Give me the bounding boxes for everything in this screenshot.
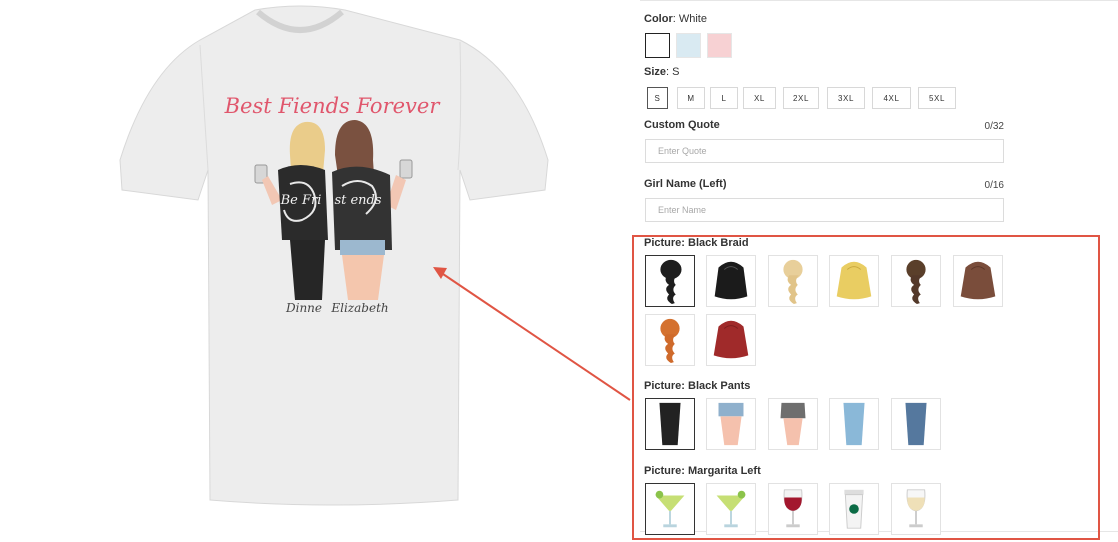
dark-jeans-icon [905,402,927,446]
drink-picture-label: Picture: Margarita Left [644,465,761,477]
girl-name-input[interactable] [645,198,1004,222]
product-options-panel: Color: White Size: S S M L XL 2XL 3XL 4X… [644,0,1114,542]
denim-shorts-icon [718,402,744,446]
black-braid-icon [660,259,682,305]
shirt-title-text: Best Fiends Forever [224,94,442,118]
light-jeans-icon [843,402,865,446]
black-long-hair-icon [714,261,748,300]
hair-option-red-braid[interactable] [645,314,695,366]
size-label: Size: S [644,66,680,78]
coffee-cup-icon [844,489,864,529]
size-option-s[interactable]: S [647,87,668,109]
brown-long-hair-icon [960,261,996,300]
size-selected-value: S [672,66,680,78]
hair-option-brown-long[interactable] [953,255,1003,307]
product-image: Best Fiends Forever Be Fri st ends Dinne… [0,0,640,542]
hair-option-blonde-braid[interactable] [768,255,818,307]
size-label-text: Size [644,66,667,78]
girl-name-counter: 0/16 [984,180,1004,191]
hair-option-black-long[interactable] [706,255,756,307]
hair-option-blonde-long[interactable] [829,255,879,307]
hair-option-brown-braid[interactable] [891,255,941,307]
size-option-l[interactable]: L [710,87,738,109]
red-long-hair-icon [713,320,749,359]
pants-option-light-jeans[interactable] [829,398,879,450]
drink-option-coffee-cup[interactable] [829,483,879,535]
custom-quote-label: Custom Quote [644,119,720,131]
drink-option-margarita-left[interactable] [645,483,695,535]
size-option-5xl[interactable]: 5XL [918,87,956,109]
jacket-right-text: st ends [334,193,381,208]
size-option-3xl[interactable]: 3XL [827,87,865,109]
margarita-glass-icon [716,490,746,528]
grey-skirt-icon [780,402,806,446]
size-option-2xl[interactable]: 2XL [783,87,819,109]
red-wine-glass-icon [783,489,803,528]
callout-arrow-line [439,271,631,401]
jacket-left-text: Be Fri [280,193,322,208]
pants-option-black-pants[interactable] [645,398,695,450]
hair-option-black-braid[interactable] [645,255,695,307]
white-wine-glass-icon [906,489,926,528]
size-option-4xl[interactable]: 4XL [872,87,911,109]
custom-quote-input[interactable] [645,139,1004,163]
pants-option-grey-skirt[interactable] [768,398,818,450]
color-label-text: Color [644,13,673,25]
color-swatch-light-blue[interactable] [676,33,701,58]
drink-option-margarita-right[interactable] [706,483,756,535]
hair-option-red-long[interactable] [706,314,756,366]
size-option-m[interactable]: M [677,87,705,109]
color-swatch-pink[interactable] [707,33,732,58]
blonde-braid-icon [783,259,803,305]
name-left-text: Dinne [285,301,322,315]
margarita-glass-icon [655,490,685,528]
color-label: Color: White [644,13,707,25]
tshirt-illustration: Best Fiends Forever Be Fri st ends Dinne… [119,5,631,506]
pants-option-dark-jeans[interactable] [891,398,941,450]
pants-picture-label: Picture: Black Pants [644,380,751,392]
color-swatch-white[interactable] [645,33,670,58]
hair-picture-label: Picture: Black Braid [644,237,749,249]
pants-option-denim-shorts[interactable] [706,398,756,450]
brown-braid-icon [906,259,926,305]
drink-option-white-wine[interactable] [891,483,941,535]
blonde-long-hair-icon [836,261,872,300]
name-right-text: Elizabeth [330,301,388,315]
tshirt-body [119,5,549,506]
color-selected-value: White [678,13,707,25]
drink-option-red-wine[interactable] [768,483,818,535]
size-option-xl[interactable]: XL [743,87,776,109]
custom-quote-counter: 0/32 [984,121,1004,132]
black-pants-icon [659,402,681,446]
red-braid-icon [660,318,680,364]
girl-name-label: Girl Name (Left) [644,178,727,190]
